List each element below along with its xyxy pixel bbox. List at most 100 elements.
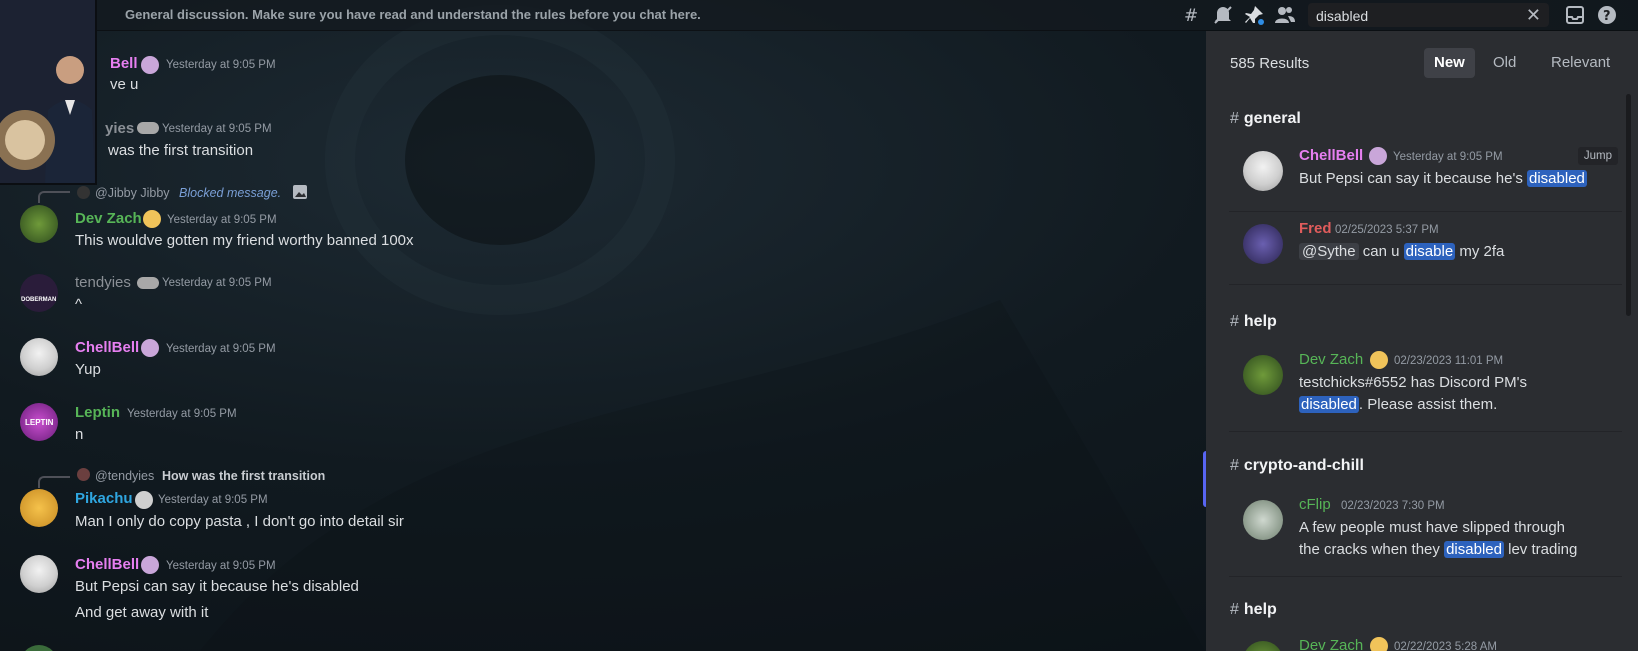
result-text-part: But Pepsi can say it because he's [1299,170,1527,187]
message-item[interactable]: Bell Yesterday at 9:05 PM ve u [0,50,1190,100]
channel-name: general [1243,110,1301,127]
message-item[interactable]: @tendyies How was the first transition P… [0,466,1190,536]
search-result[interactable]: cFlip 02/23/2023 7:30 PM A few people mu… [1229,486,1622,577]
message-text: This wouldve gotten my friend worthy ban… [75,232,414,249]
avatar[interactable] [1243,151,1283,191]
result-text-part: can u [1358,243,1404,260]
search-result[interactable]: Fred 02/25/2023 5:37 PM @Sythe can u dis… [1229,212,1622,285]
avatar[interactable] [20,205,58,243]
hash-icon: # [1230,457,1239,474]
result-channel-header[interactable]: # help [1230,601,1277,619]
result-username[interactable]: Fred [1299,220,1332,237]
result-username[interactable]: Dev Zach [1299,351,1363,368]
message-item[interactable] [0,644,1190,651]
result-username[interactable]: ChellBell [1299,147,1363,164]
avatar[interactable] [20,555,58,593]
message-username[interactable]: tendyies [75,274,131,291]
search-result[interactable]: Dev Zach 02/23/2023 11:01 PM testchicks#… [1229,341,1622,432]
message-text: Man I only do copy pasta , I don't go in… [75,513,404,530]
eyes-emoji-icon [137,122,159,134]
reply-avatar [77,186,90,199]
message-item[interactable]: LEPTIN Leptin Yesterday at 9:05 PM n [0,402,1190,452]
search-highlight: disabled [1527,170,1587,187]
avatar[interactable] [1243,500,1283,540]
sort-old-button[interactable]: Old [1483,48,1526,78]
avatar[interactable] [1243,355,1283,395]
notifications-muted-icon[interactable] [1212,4,1234,26]
role-badge-icon [143,210,161,228]
result-text: A few people must have slipped through th… [1299,517,1619,561]
role-badge-icon [135,491,153,509]
role-badge-icon [141,339,159,357]
message-text: And get away with it [75,604,209,621]
avatar[interactable] [20,645,58,651]
message-item[interactable]: yies Yesterday at 9:05 PM was the first … [0,114,1190,164]
reply-preview-text[interactable]: How was the first transition [162,469,325,483]
message-item[interactable]: ChellBell Yesterday at 9:05 PM Yup [0,337,1190,387]
message-timestamp: Yesterday at 9:05 PM [167,214,277,226]
result-timestamp: 02/23/2023 7:30 PM [1341,500,1445,512]
avatar[interactable]: LEPTIN [20,403,58,441]
blocked-message-label[interactable]: Blocked message. [179,186,281,200]
threads-icon[interactable]: # [1182,4,1204,26]
message-username[interactable]: Dev Zach [75,210,142,227]
message-item[interactable]: DOBERMAN tendyies Yesterday at 9:05 PM ^ [0,272,1190,322]
svg-text:?: ? [1603,9,1611,24]
result-text: testchicks#6552 has Discord PM's disabled… [1299,372,1599,416]
help-icon[interactable]: ? [1596,4,1618,26]
message-timestamp: Yesterday at 9:05 PM [158,494,268,506]
message-username[interactable]: Bell [110,55,138,72]
close-icon[interactable]: ✕ [1526,5,1541,26]
message-username[interactable]: yies [105,120,134,137]
message-username[interactable]: Leptin [75,404,120,421]
search-input[interactable] [1314,7,1518,25]
role-badge-icon [1370,351,1388,369]
reply-username[interactable]: @Jibby Jibby [95,186,170,200]
result-timestamp: Yesterday at 9:05 PM [1393,151,1503,163]
role-badge-icon [141,556,159,574]
avatar[interactable] [1243,641,1283,651]
jump-button[interactable]: Jump [1577,147,1618,165]
message-username[interactable]: Pikachu [75,490,133,507]
hash-icon: # [1230,313,1239,330]
search-bar[interactable]: ✕ [1308,3,1549,27]
pinned-messages-icon[interactable] [1243,4,1265,26]
result-text-part: the cracks when they [1299,541,1445,558]
avatar[interactable] [20,338,58,376]
reply-username[interactable]: @tendyies [95,469,154,483]
avatar[interactable]: DOBERMAN [20,274,58,312]
message-timestamp: Yesterday at 9:05 PM [127,408,237,420]
search-results-panel: 585 Results New Old Relevant # general Ch… [1206,31,1638,651]
inbox-icon[interactable] [1564,4,1586,26]
reply-connector [38,191,70,203]
channel-topic[interactable]: General discussion. Make sure you have r… [125,7,701,22]
sort-new-button[interactable]: New [1424,48,1475,78]
result-username[interactable]: Dev Zach [1299,637,1363,651]
member-list-icon[interactable] [1274,4,1296,26]
result-text-part: my 2fa [1455,243,1505,260]
scrollbar[interactable] [1626,94,1631,316]
search-result[interactable]: Dev Zach 02/22/2023 5:28 AM [1229,629,1622,651]
message-text: n [75,426,84,443]
avatar[interactable] [1243,224,1283,264]
sort-relevant-button[interactable]: Relevant [1541,48,1620,78]
channel-name: crypto-and-chill [1243,457,1364,474]
result-channel-header[interactable]: # general [1230,110,1301,128]
channel-header: general General discussion. Make sure yo… [0,0,1638,31]
message-item[interactable]: ChellBell Yesterday at 9:05 PM But Pepsi… [0,554,1190,624]
result-timestamp: 02/25/2023 5:37 PM [1335,224,1439,236]
result-channel-header[interactable]: # crypto-and-chill [1230,457,1364,475]
message-item[interactable]: @Jibby Jibby Blocked message. Dev Zach Y… [0,183,1190,253]
avatar[interactable] [20,489,58,527]
message-timestamp: Yesterday at 9:05 PM [162,277,272,289]
message-text: But Pepsi can say it because he's disabl… [75,578,359,595]
message-text: ^ [75,296,83,313]
result-username[interactable]: cFlip [1299,496,1331,513]
message-text: was the first transition [108,142,254,159]
message-username[interactable]: ChellBell [75,339,139,356]
result-channel-header[interactable]: # help [1230,313,1277,331]
avatar-label: DOBERMAN [21,297,57,303]
message-username[interactable]: ChellBell [75,556,139,573]
user-mention[interactable]: @Sythe [1299,243,1359,260]
search-result[interactable]: ChellBell Yesterday at 9:05 PM Jump But … [1229,139,1622,212]
